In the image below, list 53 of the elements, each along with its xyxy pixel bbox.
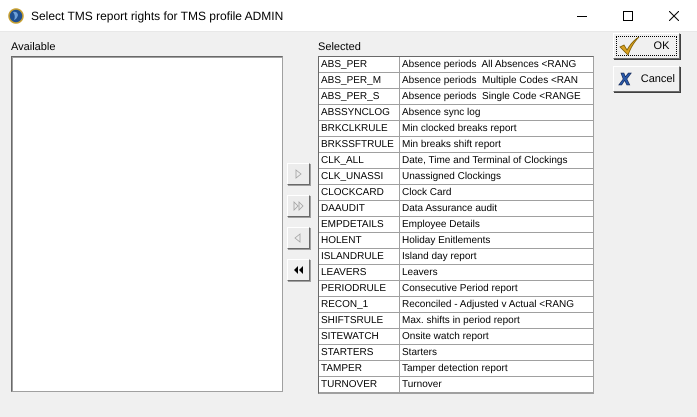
table-cell: Min breaks shift report [400, 136, 593, 152]
table-cell: Min clocked breaks report [400, 120, 593, 136]
table-cell: DAAUDIT [319, 200, 400, 216]
table-cell: CLK_ALL [319, 152, 400, 168]
table-cell: ABSSYNCLOG [319, 104, 400, 120]
ok-button[interactable]: OK [613, 33, 680, 59]
table-cell: Absence periods All Absences <RANG [400, 57, 593, 72]
table-cell: TAMPER [319, 360, 400, 376]
available-label: Available [11, 41, 56, 53]
table-cell: TURNOVER [319, 376, 400, 392]
table-cell: Holiday Enitlements [400, 232, 593, 248]
table-cell: BRKSSFTRULE [319, 136, 400, 152]
table-cell: Onsite watch report [400, 328, 593, 344]
table-cell: Consecutive Period report [400, 280, 593, 296]
table-cell: BRKCLKRULE [319, 120, 400, 136]
selected-grid[interactable] [318, 56, 594, 394]
table-cell: HOLENT [319, 232, 400, 248]
double-arrow-right-icon [292, 200, 305, 212]
table-cell: SHIFTSRULE [319, 312, 400, 328]
checkmark-icon [618, 36, 640, 56]
table-cell: EMPDETAILS [319, 216, 400, 232]
table-cell: RECON_1 [319, 296, 400, 312]
table-cell: PERIODRULE [319, 280, 400, 296]
selected-label: Selected [318, 41, 362, 53]
table-cell: Max. shifts in period report [400, 312, 593, 328]
table-cell: Absence periods Multiple Codes <RAN [400, 72, 593, 88]
double-arrow-left-icon [292, 264, 305, 276]
table-cell: CLK_UNASSI [319, 168, 400, 184]
table-cell: Data Assurance audit [400, 200, 593, 216]
table-cell: ISLANDRULE [319, 248, 400, 264]
table-cell: Employee Details [400, 216, 593, 232]
table-cell: Reconciled - Adjusted v Actual <RANG [400, 296, 593, 312]
table-cell: Date, Time and Terminal of Clockings [400, 152, 593, 168]
table-cell: ABS_PER [319, 57, 400, 72]
table-cell: Absence periods Single Code <RANGE [400, 88, 593, 104]
globe-icon [8, 8, 24, 24]
close-icon[interactable] [669, 10, 679, 20]
table-cell: Absence sync log [400, 104, 593, 120]
cancel-button[interactable]: Cancel [613, 66, 680, 92]
table-cell: LEAVERS [319, 264, 400, 280]
move-button[interactable] [287, 259, 310, 281]
table-cell: STARTERS [319, 344, 400, 360]
table-cell: ABS_PER_M [319, 72, 400, 88]
cross-icon [618, 70, 633, 88]
table-cell: Unassigned Clockings [400, 168, 593, 184]
maximize-icon[interactable] [623, 10, 633, 20]
table-cell: SITEWATCH [319, 328, 400, 344]
window-title: Select TMS report rights for TMS profile ADMIN [31, 8, 284, 22]
table-cell: Island day report [400, 248, 593, 264]
table-cell: ABS_PER_S [319, 88, 400, 104]
table-cell: Clock Card [400, 184, 593, 200]
table-cell: CLOCKCARD [319, 184, 400, 200]
table-cell: Tamper detection report [400, 360, 593, 376]
